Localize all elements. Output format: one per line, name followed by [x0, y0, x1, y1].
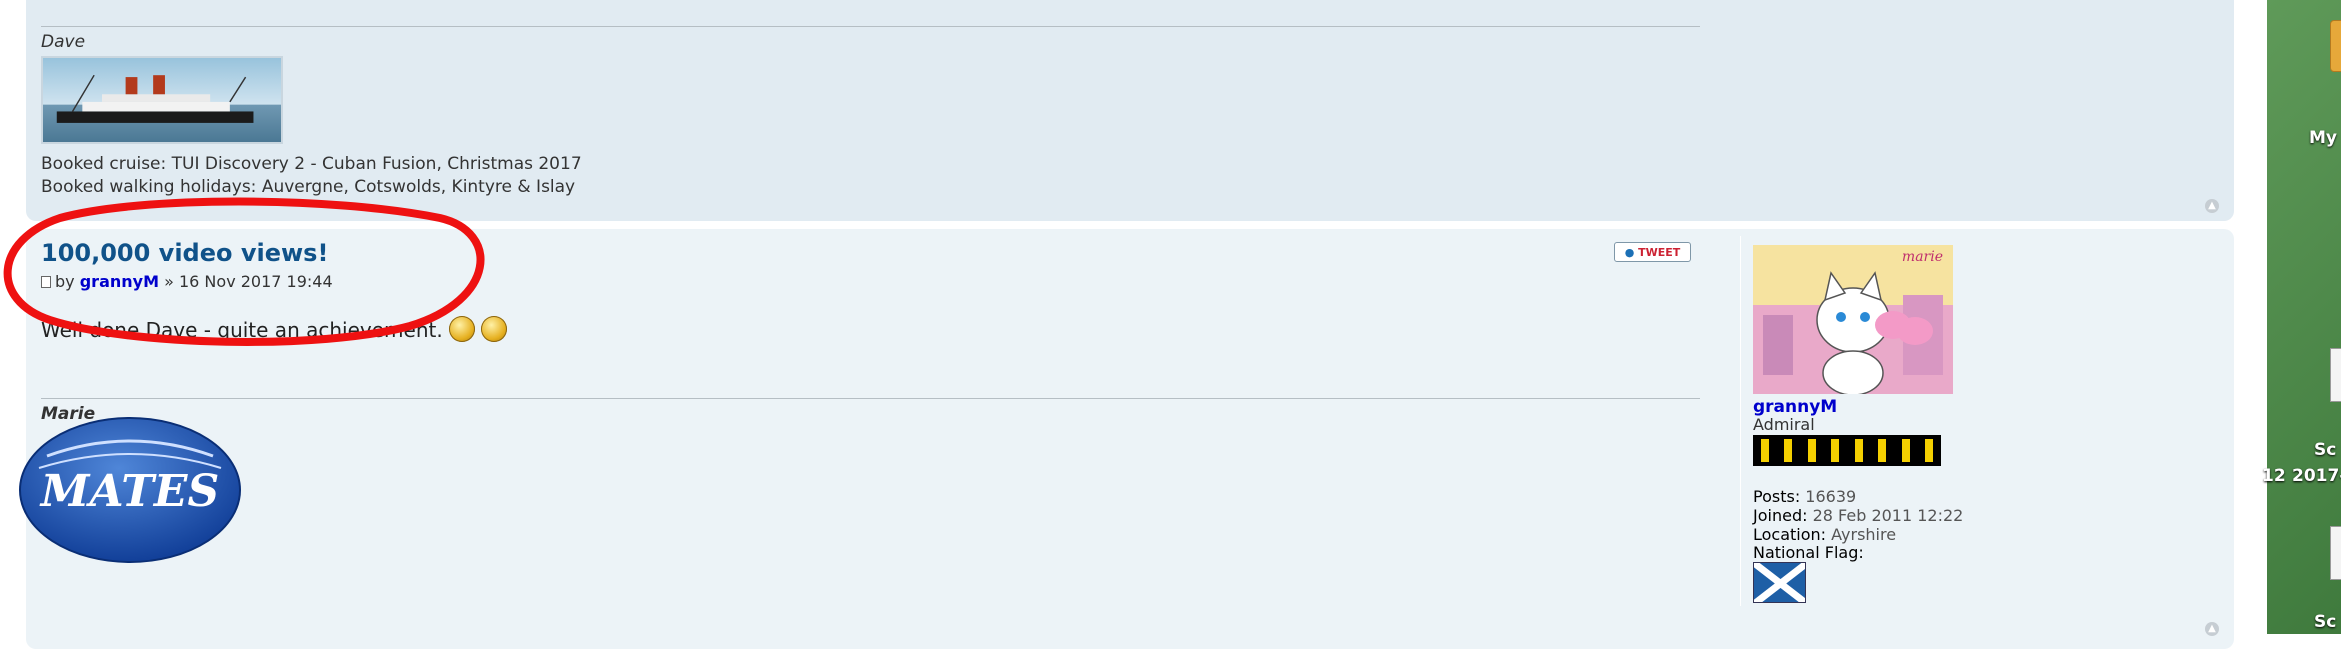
desktop-label-my[interactable]: My — [2309, 128, 2337, 148]
scotland-flag-icon — [1753, 562, 1806, 603]
post-author-link[interactable]: grannyM — [80, 272, 159, 291]
desktop-label-number: 12 — [2262, 466, 2286, 486]
tweet-button[interactable]: ● TWEET — [1614, 242, 1691, 262]
post-content: Well done Dave - quite an achievement. — [41, 316, 507, 342]
post-file-icon[interactable] — [41, 276, 51, 288]
post-content-text: Well done Dave - quite an achievement. — [41, 318, 443, 342]
mates-logo: MATES — [17, 416, 243, 564]
desktop-label-2017[interactable]: 2017- — [2292, 466, 2341, 486]
signature-separator — [41, 26, 1700, 27]
profile-posts-value: 16639 — [1805, 487, 1857, 506]
post-date: 16 Nov 2017 19:44 — [178, 272, 333, 291]
smiley-icon — [480, 316, 507, 342]
profile-divider — [1740, 236, 1741, 606]
profile-joined-value: 28 Feb 2011 12:22 — [1812, 506, 1964, 525]
profile-field-national-flag: National Flag: — [1753, 543, 1864, 562]
twitter-bird-icon: ● — [1624, 246, 1635, 259]
smiley-icon — [448, 316, 475, 342]
drive-icon[interactable] — [2330, 20, 2341, 72]
desktop-label-sc[interactable]: Sc — [2314, 612, 2336, 632]
by-label: by — [55, 272, 75, 291]
mates-logo-text: MATES — [39, 466, 220, 517]
signature-separator — [41, 398, 1700, 399]
signature-name: Dave — [41, 32, 86, 52]
rank-insignia-image — [1753, 435, 1941, 466]
signature-line-cruise: Booked cruise: TUI Discovery 2 - Cuban F… — [41, 154, 582, 174]
profile-rank: Admiral — [1753, 415, 1815, 434]
desktop-label-sc[interactable]: Sc — [2314, 440, 2336, 460]
avatar-caption: marie — [1902, 249, 1943, 265]
back-to-top-icon[interactable]: ▲ — [2205, 199, 2219, 213]
profile-field-posts: Posts: 16639 — [1753, 487, 1857, 506]
avatar: marie — [1753, 245, 1953, 394]
screenshot-file-icon[interactable] — [2330, 348, 2341, 402]
profile-field-joined: Joined: 28 Feb 2011 12:22 — [1753, 506, 1964, 525]
profile-field-location: Location: Ayrshire — [1753, 525, 1897, 544]
post-title-link[interactable]: 100,000 video views! — [41, 239, 328, 267]
profile-username-link[interactable]: grannyM — [1753, 397, 1837, 417]
meta-separator: » — [164, 272, 174, 291]
post-meta: by grannyM » 16 Nov 2017 19:44 — [41, 272, 333, 291]
ship-signature-image — [41, 56, 283, 144]
signature-line-walking: Booked walking holidays: Auvergne, Cotsw… — [41, 177, 576, 197]
tweet-label: TWEET — [1638, 246, 1681, 259]
screenshot-file-icon[interactable] — [2330, 526, 2341, 580]
profile-location-value: Ayrshire — [1831, 525, 1897, 544]
